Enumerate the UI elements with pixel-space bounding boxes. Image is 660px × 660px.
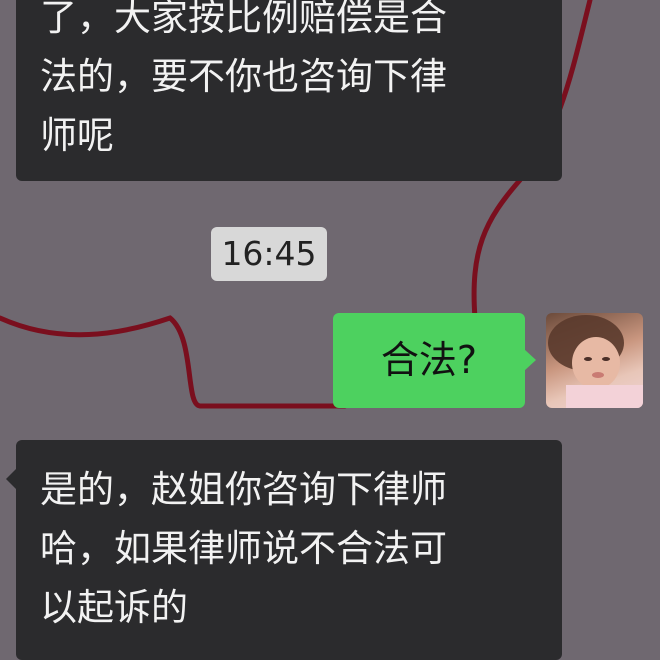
message-text: 合法? [380, 338, 478, 382]
child-photo-avatar-icon [548, 315, 643, 408]
message-text-line: 是的，赵姐你咨询下律师 [40, 468, 447, 511]
message-text-line: 了，大家按比例赔偿是合 [40, 0, 447, 39]
message-text-line: 法的，要不你也咨询下律 [40, 55, 447, 98]
bubble-tail [524, 349, 536, 371]
incoming-message-bubble[interactable]: 了，大家按比例赔偿是合 法的，要不你也咨询下律 师呢 [16, 0, 562, 181]
message-timestamp: 16:45 [211, 227, 327, 281]
message-text-line: 哈，如果律师说不合法可 [40, 527, 447, 570]
bubble-tail [6, 468, 17, 490]
outgoing-message-bubble[interactable]: 合法? [333, 313, 536, 408]
message-text-line: 以起诉的 [40, 586, 188, 629]
message-text-line: 师呢 [40, 114, 114, 157]
incoming-message-bubble[interactable]: 是的，赵姐你咨询下律师 哈，如果律师说不合法可 以起诉的 [6, 440, 562, 660]
user-avatar[interactable] [546, 313, 643, 408]
